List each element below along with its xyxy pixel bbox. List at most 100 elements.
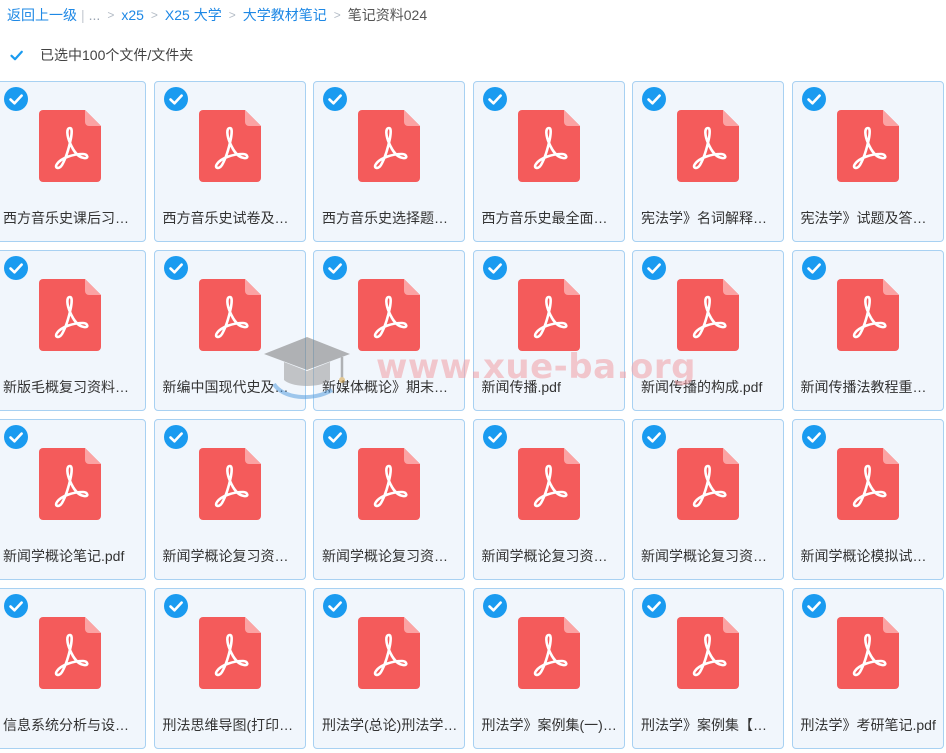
pdf-file-icon bbox=[677, 617, 739, 689]
check-circle-icon[interactable] bbox=[323, 594, 347, 618]
file-name: 新闻学概论模拟试题.pdf bbox=[800, 548, 937, 564]
check-circle-icon[interactable] bbox=[163, 425, 188, 449]
file-name: 刑法学》案例集(一).pdf bbox=[481, 717, 618, 733]
file-name: 刑法学》考研笔记.pdf bbox=[800, 717, 936, 733]
file-tile[interactable]: 西方音乐史最全面复习资料.pdf bbox=[472, 81, 625, 242]
check-circle-icon[interactable] bbox=[323, 256, 347, 280]
pdf-file-icon bbox=[517, 617, 580, 689]
pdf-file-icon bbox=[836, 279, 899, 351]
back-link[interactable]: 返回上一级 bbox=[7, 5, 77, 25]
file-tile[interactable]: 宪法学》试题及答案.pdf bbox=[791, 81, 944, 242]
file-name: 西方音乐史选择题及答案.pdf bbox=[322, 210, 458, 226]
file-tile[interactable]: 刑法思维导图(打印版).pdf bbox=[153, 588, 306, 749]
check-circle-icon[interactable] bbox=[323, 425, 347, 449]
pdf-file-icon bbox=[517, 279, 580, 351]
pdf-file-icon bbox=[836, 617, 899, 689]
breadcrumb-item-x25[interactable]: x25 bbox=[121, 7, 144, 23]
file-name: 新闻学概论复习资料(三).pdf bbox=[481, 548, 618, 564]
file-name: 西方音乐史最全面复习资料.pdf bbox=[481, 210, 618, 226]
pdf-file-icon bbox=[198, 110, 261, 182]
file-name: 西方音乐史试卷及答案.pdf bbox=[162, 210, 299, 226]
breadcrumb: 返回上一级 | ... > x25 > X25 大学 > 大学教材笔记 > 笔记… bbox=[7, 5, 427, 25]
file-tile[interactable]: 西方音乐史试卷及答案.pdf bbox=[153, 81, 306, 242]
breadcrumb-divider: | bbox=[81, 7, 85, 23]
checkmark-icon bbox=[10, 50, 23, 60]
check-circle-icon[interactable] bbox=[801, 87, 826, 111]
file-tile[interactable]: 新闻学概论复习资料(四).pdf bbox=[632, 419, 784, 580]
file-tile[interactable]: 刑法学》考研笔记.pdf bbox=[791, 588, 944, 749]
check-circle-icon[interactable] bbox=[482, 425, 507, 449]
check-circle-icon[interactable] bbox=[163, 87, 188, 111]
pdf-file-icon bbox=[198, 617, 261, 689]
pdf-file-icon bbox=[358, 110, 420, 182]
check-circle-icon[interactable] bbox=[642, 425, 666, 449]
file-tile[interactable]: 刑法学》案例集(一).pdf bbox=[472, 588, 625, 749]
file-tile[interactable]: 宪法学》名词解释汇总.pdf bbox=[632, 81, 784, 242]
file-tile[interactable]: 新版毛概复习资料汇总.pdf bbox=[0, 250, 146, 411]
file-tile[interactable]: 新闻学概论复习资料(三).pdf bbox=[472, 419, 625, 580]
pdf-file-icon bbox=[39, 110, 101, 182]
pdf-file-icon bbox=[198, 279, 261, 351]
pdf-file-icon bbox=[39, 448, 101, 520]
check-circle-icon[interactable] bbox=[4, 425, 28, 449]
file-tile[interactable]: 刑法学》案例集【二】.pdf bbox=[632, 588, 784, 749]
check-circle-icon[interactable] bbox=[482, 594, 507, 618]
breadcrumb-item-x25-university[interactable]: X25 大学 bbox=[165, 5, 222, 25]
file-name: 新闻学概论复习资料(二).pdf bbox=[322, 548, 458, 564]
file-name: 刑法学》案例集【二】.pdf bbox=[641, 717, 777, 733]
file-tile[interactable]: 新闻传播.pdf bbox=[472, 250, 625, 411]
select-all-checkbox[interactable] bbox=[9, 48, 24, 63]
file-tile[interactable]: 新闻传播法教程重点笔记.pdf bbox=[791, 250, 944, 411]
file-tile[interactable]: 信息系统分析与设计.pdf bbox=[0, 588, 146, 749]
check-circle-icon[interactable] bbox=[801, 256, 826, 280]
check-circle-icon[interactable] bbox=[4, 256, 28, 280]
check-circle-icon[interactable] bbox=[163, 594, 188, 618]
breadcrumb-current: 笔记资料024 bbox=[347, 7, 428, 23]
check-circle-icon[interactable] bbox=[482, 87, 507, 111]
file-tile[interactable]: 刑法学(总论)刑法学.pdf bbox=[313, 588, 465, 749]
file-tile[interactable]: 新闻学概论复习资料(一).pdf bbox=[153, 419, 306, 580]
file-name: 宪法学》试题及答案.pdf bbox=[800, 210, 937, 226]
pdf-file-icon bbox=[836, 110, 899, 182]
pdf-file-icon bbox=[836, 448, 899, 520]
check-circle-icon[interactable] bbox=[642, 594, 666, 618]
check-circle-icon[interactable] bbox=[163, 256, 188, 280]
file-tile[interactable]: 新闻学概论模拟试题.pdf bbox=[791, 419, 944, 580]
pdf-file-icon bbox=[39, 617, 101, 689]
breadcrumb-item-textbook-notes[interactable]: 大学教材笔记 bbox=[243, 5, 327, 25]
file-name: 西方音乐史课后习题答案.pdf bbox=[3, 210, 139, 226]
check-circle-icon[interactable] bbox=[323, 87, 347, 111]
file-name: 新闻学概论复习资料(一).pdf bbox=[162, 548, 299, 564]
file-tile[interactable]: 新编中国现代史及答案.pdf bbox=[153, 250, 306, 411]
pdf-file-icon bbox=[677, 110, 739, 182]
check-circle-icon[interactable] bbox=[801, 425, 826, 449]
file-name: 新闻学概论笔记.pdf bbox=[3, 548, 125, 564]
file-tile[interactable]: 新闻学概论笔记.pdf bbox=[0, 419, 146, 580]
pdf-file-icon bbox=[677, 448, 739, 520]
check-circle-icon[interactable] bbox=[4, 594, 28, 618]
file-tile[interactable]: 新闻传播的构成.pdf bbox=[632, 250, 784, 411]
pdf-file-icon bbox=[198, 448, 261, 520]
pdf-file-icon bbox=[358, 448, 420, 520]
check-circle-icon[interactable] bbox=[642, 256, 666, 280]
check-circle-icon[interactable] bbox=[642, 87, 666, 111]
file-tile[interactable]: 西方音乐史课后习题答案.pdf bbox=[0, 81, 146, 242]
file-name: 新闻传播.pdf bbox=[481, 379, 561, 395]
check-circle-icon[interactable] bbox=[4, 87, 28, 111]
pdf-file-icon bbox=[677, 279, 739, 351]
file-tile[interactable]: 新闻学概论复习资料(二).pdf bbox=[313, 419, 465, 580]
file-name: 信息系统分析与设计.pdf bbox=[3, 717, 139, 733]
file-tile[interactable]: 西方音乐史选择题及答案.pdf bbox=[313, 81, 465, 242]
breadcrumb-ellipsis[interactable]: ... bbox=[89, 7, 101, 23]
selection-count-label: 已选中100个文件/文件夹 bbox=[40, 47, 194, 63]
file-tile[interactable]: 新媒体概论》期末复习.pdf bbox=[313, 250, 465, 411]
check-circle-icon[interactable] bbox=[482, 256, 507, 280]
check-circle-icon[interactable] bbox=[801, 594, 826, 618]
file-name: 新媒体概论》期末复习.pdf bbox=[322, 379, 458, 395]
file-grid: 西方音乐史课后习题答案.pdf 西方音乐史试卷及答案.pdf bbox=[0, 81, 944, 749]
pdf-file-icon bbox=[358, 617, 420, 689]
file-name: 刑法学(总论)刑法学.pdf bbox=[322, 717, 458, 733]
file-name: 刑法思维导图(打印版).pdf bbox=[162, 717, 299, 733]
file-name: 宪法学》名词解释汇总.pdf bbox=[641, 210, 777, 226]
pdf-file-icon bbox=[358, 279, 420, 351]
